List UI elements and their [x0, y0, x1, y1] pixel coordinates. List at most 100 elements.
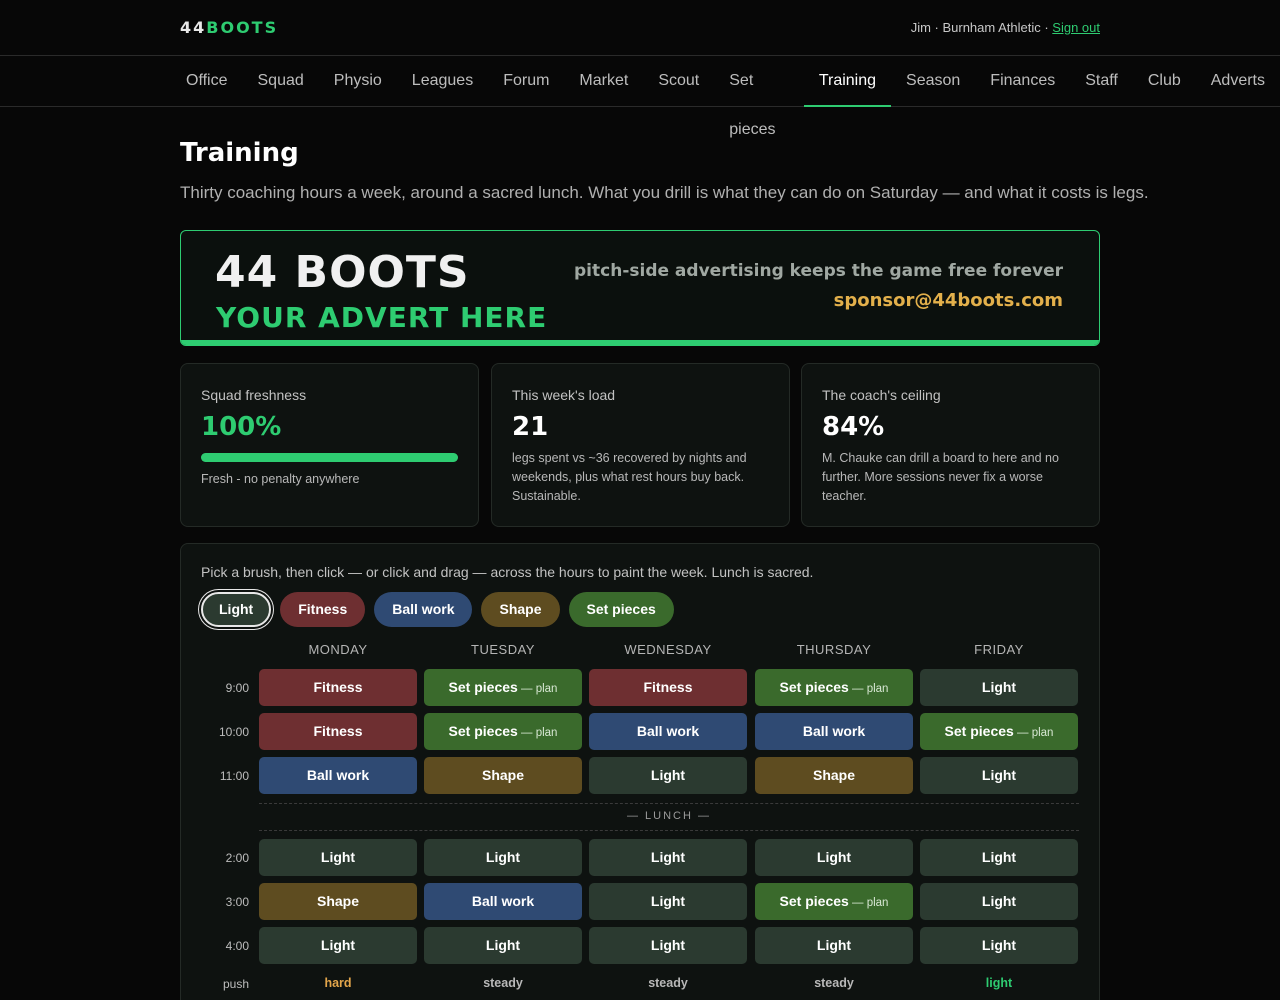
schedule-cell[interactable]: Set pieces — plan — [755, 669, 913, 706]
schedule-cell[interactable]: Light — [920, 839, 1078, 876]
schedule-cell[interactable]: Ball work — [424, 883, 582, 920]
schedule-cell[interactable]: Light — [424, 839, 582, 876]
schedule-cell[interactable]: Fitness — [259, 713, 417, 750]
nav-item-adverts[interactable]: Adverts — [1196, 56, 1280, 107]
advert-brand: 44 BOOTS — [215, 247, 470, 298]
schedule-cell[interactable]: Set pieces — plan — [755, 883, 913, 920]
schedule-cell[interactable]: Light — [424, 927, 582, 964]
advert-accent-bar — [181, 340, 1099, 345]
push-value: steady — [483, 976, 523, 990]
day-header-wednesday: WEDNESDAY — [624, 642, 712, 657]
schedule-cell[interactable]: Light — [259, 927, 417, 964]
schedule-cell[interactable]: Light — [589, 883, 747, 920]
schedule-cell[interactable]: Shape — [755, 757, 913, 794]
schedule-cell[interactable]: Shape — [424, 757, 582, 794]
ceiling-label: The coach's ceiling — [822, 387, 941, 403]
advert-banner[interactable]: 44 BOOTS YOUR ADVERT HERE pitch-side adv… — [180, 230, 1100, 346]
schedule-cell[interactable]: Ball work — [755, 713, 913, 750]
plan-suffix: — plan — [1013, 727, 1054, 739]
nav-item-forum[interactable]: Forum — [488, 56, 564, 107]
schedule-cell[interactable]: Light — [259, 839, 417, 876]
advert-tagline: pitch-side advertising keeps the game fr… — [574, 261, 1063, 281]
session-type: Light — [650, 937, 686, 953]
schedule-cell[interactable]: Light — [920, 883, 1078, 920]
hour-label: 11:00 — [219, 769, 249, 783]
schedule-cell[interactable]: Set pieces — plan — [920, 713, 1078, 750]
schedule-cell[interactable]: Light — [589, 757, 747, 794]
session-type: Light — [981, 679, 1017, 695]
plan-suffix: — plan — [848, 897, 889, 909]
plan-suffix: — plan — [517, 727, 558, 739]
session-type: Light — [650, 849, 686, 865]
training-planner: Pick a brush, then click — or click and … — [180, 543, 1100, 1000]
schedule-cell[interactable]: Set pieces — plan — [424, 713, 582, 750]
schedule-cell[interactable]: Fitness — [259, 669, 417, 706]
push-row-label: push — [222, 977, 249, 991]
freshness-bar — [201, 453, 458, 462]
nav-item-squad[interactable]: Squad — [243, 56, 319, 107]
site-logo[interactable]: 44BOOTS — [180, 18, 278, 37]
session-type: Light — [981, 849, 1017, 865]
main-nav: Office Squad Physio Leagues Forum Market Scout… — [171, 56, 1280, 138]
ceiling-card: The coach's ceiling 84% M. Chauke can dr… — [801, 363, 1100, 527]
logo-word: BOOTS — [206, 18, 279, 37]
brush-fitness[interactable]: Fitness — [280, 592, 366, 627]
session-type: Shape — [481, 767, 524, 783]
nav-item-season[interactable]: Season — [891, 56, 975, 107]
freshness-bar-fill — [201, 453, 458, 462]
brush-light[interactable]: Light — [201, 592, 272, 627]
load-value: 21 — [512, 412, 549, 442]
top-bar: 44BOOTS Jim · Burnham Athletic · Sign ou… — [0, 0, 1280, 56]
day-header-monday: MONDAY — [308, 642, 368, 657]
advert-email[interactable]: sponsor@44boots.com — [834, 290, 1063, 311]
schedule-cell[interactable]: Ball work — [589, 713, 747, 750]
nav-item-market[interactable]: Market — [564, 56, 643, 107]
page-subtitle: Thirty coaching hours a week, around a s… — [180, 183, 1149, 202]
session-type: Shape — [316, 893, 359, 909]
schedule-cell[interactable]: Light — [755, 839, 913, 876]
advert-cta: YOUR ADVERT HERE — [216, 301, 548, 334]
nav-item-training[interactable]: Training — [803, 56, 892, 107]
schedule-cell[interactable]: Light — [755, 927, 913, 964]
hour-label: 10:00 — [218, 725, 249, 739]
nav-item-set-pieces[interactable]: Set pieces — [714, 56, 804, 138]
schedule-cell[interactable]: Light — [920, 927, 1078, 964]
nav-item-finances[interactable]: Finances — [975, 56, 1070, 107]
hour-label: 2:00 — [225, 851, 249, 865]
freshness-note: Fresh - no penalty anywhere — [201, 472, 360, 486]
load-label: This week's load — [512, 387, 616, 403]
day-header-tuesday: TUESDAY — [471, 642, 535, 657]
ceiling-note: M. Chauke can drill a board to here and … — [822, 451, 1059, 503]
schedule-cell[interactable]: Light — [589, 839, 747, 876]
session-type: Fitness — [313, 679, 363, 695]
account-text: Jim · Burnham Athletic · — [910, 20, 1053, 35]
session-type: Set pieces — [448, 679, 518, 695]
push-value: hard — [324, 976, 352, 990]
session-type: Light — [981, 937, 1017, 953]
schedule-cell[interactable]: Light — [920, 669, 1078, 706]
session-type: Set pieces — [448, 723, 518, 739]
sign-out-link[interactable]: Sign out — [1052, 20, 1100, 35]
schedule-cell[interactable]: Light — [920, 757, 1078, 794]
brush-set-pieces[interactable]: Set pieces — [568, 592, 674, 627]
nav-item-scout[interactable]: Scout — [643, 56, 714, 107]
brush-shape[interactable]: Shape — [481, 592, 560, 627]
schedule-cell[interactable]: Shape — [259, 883, 417, 920]
session-type: Set pieces — [944, 723, 1014, 739]
schedule-cell[interactable]: Ball work — [259, 757, 417, 794]
schedule-cell[interactable]: Set pieces — plan — [424, 669, 582, 706]
nav-item-staff[interactable]: Staff — [1070, 56, 1133, 107]
brush-ball-work[interactable]: Ball work — [374, 592, 473, 627]
session-type: Ball work — [636, 723, 700, 739]
nav-item-office[interactable]: Office — [171, 56, 243, 107]
lunch-label: — LUNCH — — [626, 810, 711, 822]
hour-label: 3:00 — [225, 895, 249, 909]
nav-item-leagues[interactable]: Leagues — [397, 56, 488, 107]
planner-hint: Pick a brush, then click — or click and … — [201, 564, 814, 580]
nav-item-physio[interactable]: Physio — [319, 56, 397, 107]
nav-item-club[interactable]: Club — [1133, 56, 1196, 107]
ceiling-value: 84% — [822, 412, 885, 442]
schedule-cell[interactable]: Light — [589, 927, 747, 964]
schedule-cell[interactable]: Fitness — [589, 669, 747, 706]
session-type: Light — [981, 767, 1017, 783]
